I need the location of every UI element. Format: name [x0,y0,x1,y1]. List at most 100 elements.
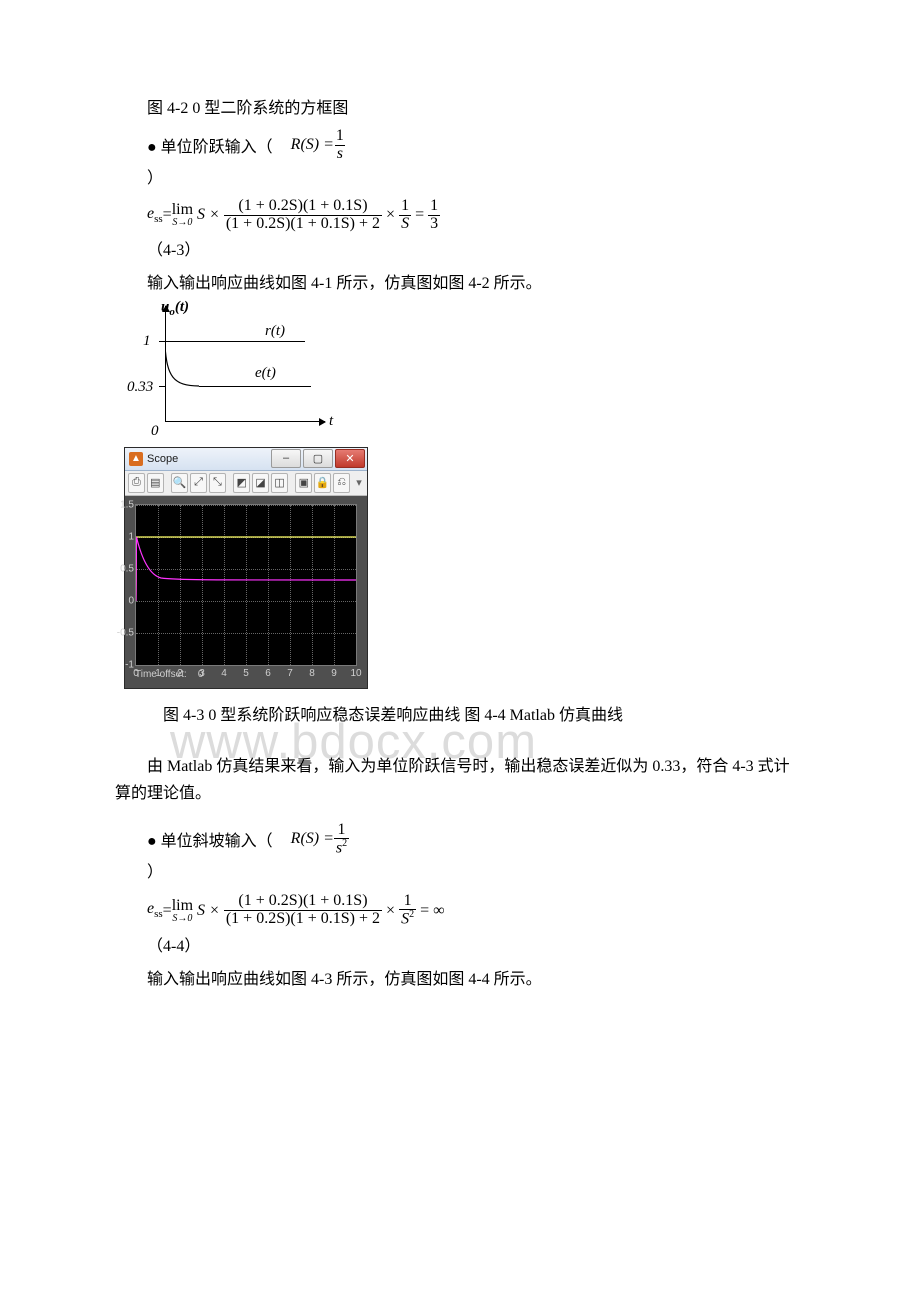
after-ramp-text: 输入输出响应曲线如图 4-3 所示，仿真图如图 4-4 所示。 [115,966,805,993]
one-over-S: 1 S [399,198,411,233]
ramp-lim-sub: S→0 [172,914,192,924]
R-of-S-lhs: R(S) = [291,136,334,154]
ramp-rs-num: 1 [336,822,348,839]
lock-icon[interactable]: 🔒 [314,473,331,493]
ramp-ess-symbol: ess [147,900,163,920]
ytick-0: 1.5 [114,499,134,510]
xtick-7: 7 [287,668,293,679]
label-1: 1 [143,333,151,350]
e-of-t-steady [199,386,311,387]
xtick-2: 2 [177,668,183,679]
S-times: S × [197,206,220,224]
f2-num: 1 [399,198,411,215]
minimize-button[interactable]: – [271,449,301,468]
restore-axes-icon[interactable]: ◫ [271,473,288,493]
close-button[interactable]: ✕ [335,449,365,468]
maximize-button[interactable]: ▢ [303,449,333,468]
res-den: 3 [428,215,440,233]
eq-4-3-number: （4-3） [147,237,805,264]
scope-title-text: Scope [147,453,271,465]
scope-axes: 1.5 1 0.5 0 -0.5 -1 0 1 2 3 4 5 6 7 8 9 … [135,504,357,666]
matlab-scope-window: ▲ Scope – ▢ ✕ ⎙ ▤ 🔍 ⤢ ⤡ ◩ ◪ ◫ ▣ 🔒 ⎌ ▾ [125,448,367,688]
ramp-R-frac: 1 s2 [334,822,349,858]
ytick-1: 1 [114,531,134,542]
xtick-10: 10 [350,668,361,679]
toolbar-overflow-icon[interactable]: ▾ [354,474,364,492]
after-step-text: 输入输出响应曲线如图 4-1 所示，仿真图如图 4-2 所示。 [115,270,805,297]
main-den: (1 + 0.2S)(1 + 0.1S) + 2 [224,215,382,233]
ramp-eq1: = [163,902,172,920]
label-et: e(t) [255,365,276,382]
ramp-f2den-sup: 2 [409,909,414,920]
xtick-9: 9 [331,668,337,679]
main-num: (1 + 0.2S)(1 + 0.1S) [236,198,369,215]
ramp-den: (1 + 0.2S)(1 + 0.1S) + 2 [224,910,382,928]
step-bullet: ● 单位阶跃输入（ [147,133,273,157]
xtick-4: 4 [221,668,227,679]
eq-4-4: ess = lim S→0 S × (1 + 0.2S)(1 + 0.1S) (… [147,893,805,929]
xtick-3: 3 [199,668,205,679]
xtick-6: 6 [265,668,271,679]
matlab-app-icon: ▲ [129,452,143,466]
rs-num: 1 [334,128,346,145]
zoom-in-icon[interactable]: 🔍 [171,473,188,493]
scope-plot-area: 1.5 1 0.5 0 -0.5 -1 0 1 2 3 4 5 6 7 8 9 … [125,496,367,688]
conclusion-text: 由 Matlab 仿真结果来看，输入为单位阶跃信号时，输出稳态误差近似为 0.3… [115,753,805,807]
params-icon[interactable]: ▤ [147,473,164,493]
ytick-4: -0.5 [114,627,134,638]
ramp-f2den: S2 [399,909,416,928]
eq-4-3: ess = lim S→0 S × (1 + 0.2S)(1 + 0.1S) (… [147,198,805,233]
scope-titlebar: ▲ Scope – ▢ ✕ [125,448,367,471]
scope-toolbar: ⎙ ▤ 🔍 ⤢ ⤡ ◩ ◪ ◫ ▣ 🔒 ⎌ ▾ [125,471,367,496]
ramp-close-paren: ） [115,859,805,886]
e-of-t-curve [165,346,203,426]
fig-4-3-4-caption: 图 4-3 0 型系统阶跃响应稳态误差响应曲线 图 4-4 Matlab 仿真曲… [163,702,805,729]
xtick-0: 0 [133,668,139,679]
result-frac: 1 3 [428,198,440,233]
ramp-S: S × [197,902,220,920]
ramp-R-lhs: R(S) = [291,830,334,848]
ytick-2: 0.5 [114,563,134,574]
zoom-y-icon[interactable]: ⤡ [209,473,226,493]
r-of-t-line [165,341,305,342]
ytick-3: 0 [114,595,134,606]
label-t: t [329,413,333,430]
ramp-f2den-base: S [401,911,409,928]
print-icon[interactable]: ⎙ [128,473,145,493]
xtick-1: 1 [155,668,161,679]
res-num: 1 [428,198,440,215]
zoom-x-icon[interactable]: ⤢ [190,473,207,493]
autoscale-icon[interactable]: ◩ [233,473,250,493]
f2-den: S [399,215,411,233]
scope-traces [136,505,356,665]
fig-4-2-caption: 图 4-2 0 型二阶系统的方框图 [115,95,805,122]
fig-4-3-diagram: uo(t) 1 0.33 0 t r(t) e(t) [125,301,335,446]
save-axes-icon[interactable]: ◪ [252,473,269,493]
y-arg: (t) [175,299,189,315]
R-of-S-frac: 1 s [334,128,346,163]
label-033: 0.33 [127,379,153,396]
eq-sign-2: = [415,206,424,224]
float-icon[interactable]: ▣ [295,473,312,493]
step-input-line: ● 单位阶跃输入（ R(S) = 1 s [115,128,805,163]
xtick-8: 8 [309,668,315,679]
ramp-input-line: ● 单位斜坡输入（ R(S) = 1 s2 [115,822,805,858]
ramp-rs-den-sup: 2 [342,838,347,849]
y-axis-label: uo(t) [161,299,189,318]
ramp-ess-sub: ss [154,909,163,921]
times-2: × [386,206,395,224]
ramp-lim: lim [172,898,193,914]
lim-text: lim [172,202,193,218]
ramp-bullet: ● 单位斜坡输入（ [147,827,273,851]
ramp-times2: × [386,902,395,920]
sync-icon[interactable]: ⎌ [333,473,350,493]
step-close-paren: ） [115,165,805,192]
ramp-main-frac: (1 + 0.2S)(1 + 0.1S) (1 + 0.2S)(1 + 0.1S… [224,893,382,928]
lim-sub: S→0 [172,218,192,228]
ramp-num: (1 + 0.2S)(1 + 0.1S) [236,893,369,910]
ess-symbol: ess [147,205,163,225]
main-frac: (1 + 0.2S)(1 + 0.1S) (1 + 0.2S)(1 + 0.1S… [224,198,382,233]
label-0: 0 [151,423,159,440]
ess-sub: ss [154,213,163,225]
ramp-f2num: 1 [402,893,414,910]
